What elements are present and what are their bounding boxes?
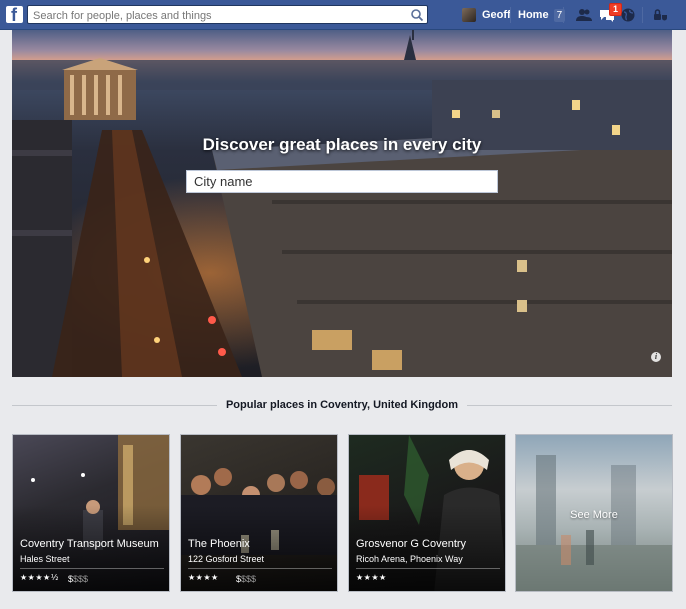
price-level: $$$$ [236, 574, 257, 584]
card-divider [188, 568, 332, 569]
facebook-logo-icon[interactable]: f [6, 6, 23, 23]
see-more-card[interactable]: See More [515, 434, 673, 592]
place-address: Hales Street [20, 554, 70, 564]
hero-image: Discover great places in every city i [12, 30, 672, 377]
place-address: 122 Gosford Street [188, 554, 265, 564]
home-link[interactable]: Home 7 [518, 5, 566, 25]
nav-divider [642, 7, 643, 23]
place-card-the-phoenix[interactable]: The Phoenix 122 Gosford Street ★★★★ $$$$ [180, 434, 338, 592]
profile-link[interactable]: Geoff [462, 5, 511, 25]
price-level: $$$$ [68, 574, 89, 584]
privacy-shortcuts-icon[interactable] [651, 6, 669, 24]
see-more-label: See More [570, 509, 618, 521]
friend-requests-icon[interactable] [575, 6, 593, 24]
star-rating: ★★★★½ [20, 573, 59, 582]
paris-cityscape-illustration [12, 30, 672, 377]
place-name: The Phoenix [188, 538, 250, 550]
top-bar: f Geoff Home 7 1 [0, 0, 686, 30]
place-address: Ricoh Arena, Phoenix Way [356, 554, 463, 564]
user-name: Geoff [482, 9, 511, 21]
star-rating: ★★★★ [188, 573, 219, 582]
search-icon[interactable] [410, 8, 424, 22]
home-label: Home [518, 9, 549, 21]
card-divider [356, 568, 500, 569]
globe-icon[interactable] [619, 6, 637, 24]
card-divider [20, 568, 164, 569]
nav-divider [510, 7, 511, 23]
section-divider [12, 405, 217, 406]
hero-title: Discover great places in every city [202, 135, 482, 154]
city-name-input[interactable] [186, 170, 498, 193]
place-card-coventry-transport-museum[interactable]: Coventry Transport Museum Hales Street ★… [12, 434, 170, 592]
star-rating: ★★★★ [356, 573, 387, 582]
section-title: Popular places in Coventry, United Kingd… [217, 399, 467, 411]
nav-divider [563, 7, 564, 23]
info-icon[interactable]: i [651, 352, 661, 362]
search-box [27, 5, 428, 25]
place-card-grosvenor-g-coventry[interactable]: Grosvenor G Coventry Ricoh Arena, Phoeni… [348, 434, 506, 592]
section-divider [467, 405, 672, 406]
avatar [462, 8, 476, 22]
place-name: Coventry Transport Museum [20, 538, 159, 550]
place-name: Grosvenor G Coventry [356, 538, 467, 550]
search-input[interactable] [28, 7, 398, 25]
